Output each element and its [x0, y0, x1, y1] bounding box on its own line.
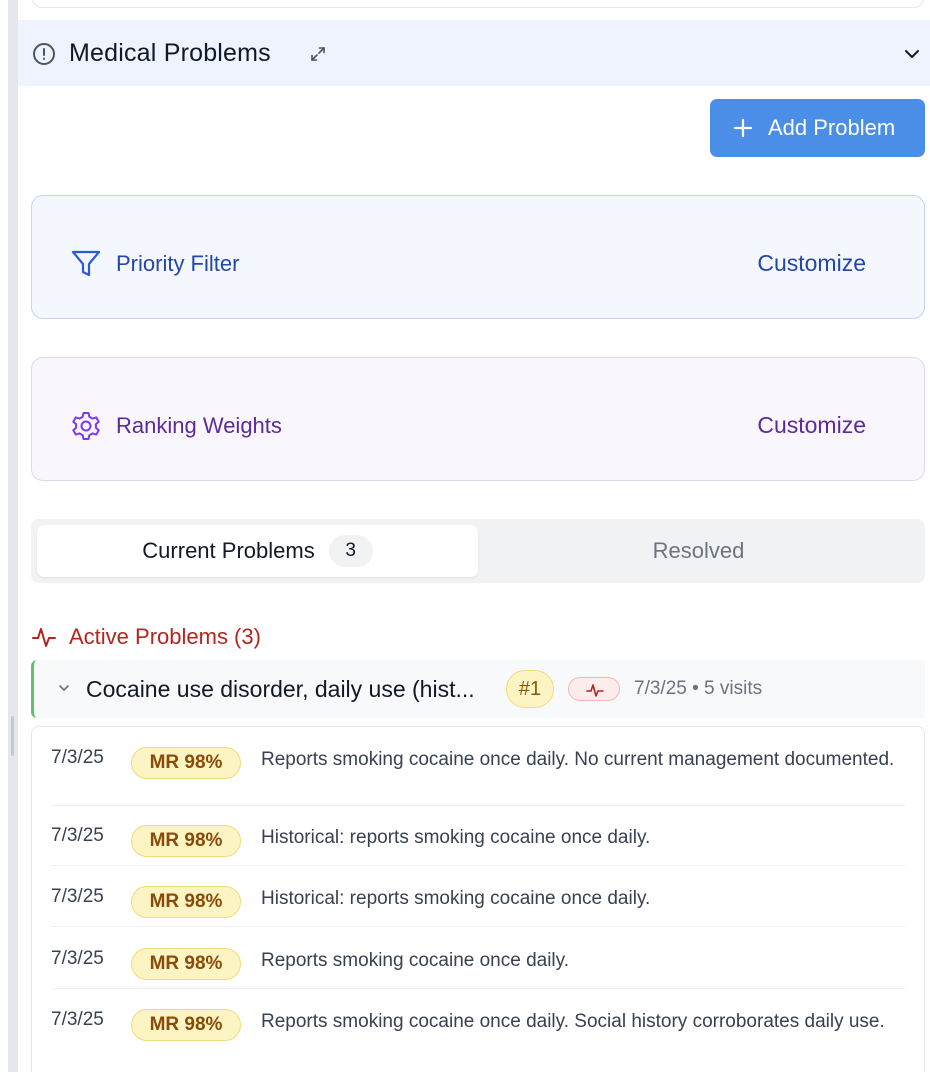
note-text: Reports smoking cocaine once daily.: [261, 950, 570, 971]
pulse-icon: [586, 684, 604, 697]
add-problem-button[interactable]: Add Problem: [710, 99, 925, 157]
note-text: Historical: reports smoking cocaine once…: [261, 888, 651, 909]
note-text: Reports smoking cocaine once daily. Soci…: [261, 1011, 885, 1032]
current-count-badge: 3: [328, 535, 373, 567]
priority-filter-panel: Priority Filter Customize: [31, 195, 925, 319]
left-resize-rail: [0, 0, 18, 1072]
match-badge: MR 98%: [131, 1009, 241, 1041]
note-text: Reports smoking cocaine once daily. No c…: [261, 749, 895, 770]
gear-icon: [72, 412, 100, 440]
list-item: 7/3/25 MR 98% Historical: reports smokin…: [51, 886, 905, 927]
active-problems-label: Active Problems (3): [69, 624, 261, 649]
previous-card-edge: [32, 0, 924, 8]
add-problem-label: Add Problem: [768, 115, 896, 140]
priority-filter-label: Priority Filter: [116, 251, 240, 276]
ranking-customize-link[interactable]: Customize: [757, 412, 866, 439]
match-badge: MR 98%: [131, 825, 241, 857]
list-item: 7/3/25 MR 98% Reports smoking cocaine on…: [51, 948, 905, 989]
tab-resolved-label: Resolved: [652, 538, 745, 563]
problem-row[interactable]: Cocaine use disorder, daily use (hist...…: [31, 660, 925, 718]
chevron-down-icon[interactable]: [56, 680, 72, 696]
note-date: 7/3/25: [51, 747, 104, 768]
priority-rank-badge: #1: [506, 670, 554, 708]
match-badge: MR 98%: [131, 948, 241, 980]
list-item: 7/3/25 MR 98% Reports smoking cocaine on…: [51, 1009, 905, 1069]
tab-current-problems[interactable]: Current Problems 3: [37, 525, 478, 577]
note-date: 7/3/25: [51, 886, 104, 907]
plus-icon: [733, 118, 753, 138]
alert-circle-icon: [33, 43, 55, 65]
resize-handle[interactable]: [11, 716, 14, 756]
match-badge: MR 98%: [131, 747, 241, 779]
active-problems-heading: Active Problems (3): [31, 622, 261, 652]
note-date: 7/3/25: [51, 1009, 104, 1030]
note-date: 7/3/25: [51, 825, 104, 846]
problem-tabs: Current Problems 3 Resolved: [31, 519, 925, 583]
list-item: 7/3/25 MR 98% Reports smoking cocaine on…: [51, 747, 905, 806]
expand-arrows-icon[interactable]: [308, 44, 328, 64]
priority-customize-link[interactable]: Customize: [757, 250, 866, 277]
ranking-weights-panel: Ranking Weights Customize: [31, 357, 925, 481]
trend-badge: [568, 677, 620, 701]
match-badge: MR 98%: [131, 886, 241, 918]
note-date: 7/3/25: [51, 948, 104, 969]
ranking-weights-label: Ranking Weights: [116, 413, 282, 438]
problem-meta: 7/3/25 • 5 visits: [634, 678, 763, 699]
tab-current-label: Current Problems: [142, 538, 315, 563]
problem-name: Cocaine use disorder, daily use (hist...: [86, 676, 475, 702]
section-title: Medical Problems: [69, 39, 271, 67]
problem-notes-list: 7/3/25 MR 98% Reports smoking cocaine on…: [31, 726, 925, 1072]
pulse-icon: [32, 628, 56, 647]
chevron-down-icon[interactable]: [902, 44, 922, 64]
tab-resolved[interactable]: Resolved: [478, 525, 919, 577]
note-text: Historical: reports smoking cocaine once…: [261, 827, 651, 848]
filter-icon: [71, 250, 101, 277]
rail-bar: [8, 0, 18, 1072]
list-item: 7/3/25 MR 98% Historical: reports smokin…: [51, 825, 905, 866]
medical-problems-header[interactable]: Medical Problems: [18, 20, 930, 86]
